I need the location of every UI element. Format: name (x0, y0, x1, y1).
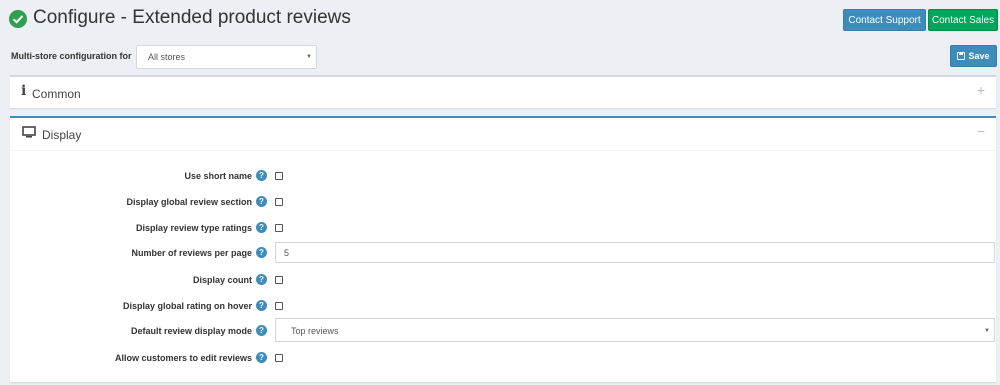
multistore-selected-value: All stores (148, 52, 186, 62)
display-review-type-ratings-label: Display review type ratings (135, 223, 252, 233)
display-review-type-ratings-checkbox[interactable] (275, 224, 283, 232)
chevron-down-icon: ▼ (306, 54, 312, 60)
help-icon[interactable]: ? (256, 170, 267, 181)
display-global-rating-on-hover-checkbox[interactable] (275, 302, 283, 310)
help-icon[interactable]: ? (256, 300, 267, 311)
save-button[interactable]: Save (950, 45, 997, 67)
help-icon[interactable]: ? (256, 222, 267, 233)
help-icon[interactable]: ? (256, 274, 267, 285)
display-global-review-section-label: Display global review section (126, 197, 252, 207)
number-of-reviews-per-page-label: Number of reviews per page (131, 248, 252, 258)
save-label: Save (968, 51, 990, 61)
plus-icon[interactable]: + (977, 82, 985, 98)
display-global-review-section-checkbox[interactable] (275, 198, 283, 206)
common-panel-title: Common (32, 87, 81, 101)
multistore-select[interactable]: All stores ▼ (136, 45, 317, 69)
display-global-rating-on-hover-label: Display global rating on hover (122, 301, 252, 311)
display-panel: Display − Use short name ? Display globa… (10, 116, 996, 382)
monitor-icon (22, 126, 36, 138)
default-review-display-mode-label: Default review display mode (130, 326, 252, 336)
chevron-down-icon: ▼ (984, 328, 990, 334)
contact-support-button[interactable]: Contact Support (843, 9, 926, 31)
info-icon: i (21, 83, 27, 99)
default-review-display-mode-value: Top reviews (291, 326, 339, 336)
common-panel: i Common + (10, 75, 996, 108)
contact-sales-button[interactable]: Contact Sales (928, 9, 998, 31)
number-of-reviews-per-page-value: 5 (284, 248, 290, 258)
display-panel-title: Display (42, 128, 82, 142)
number-of-reviews-per-page-input[interactable]: 5 (275, 242, 995, 263)
floppy-disk-icon (957, 52, 966, 60)
page-title: Configure - Extended product reviews (33, 7, 351, 28)
default-review-display-mode-select[interactable]: Top reviews ▼ (275, 318, 995, 342)
help-icon[interactable]: ? (256, 325, 267, 336)
display-count-checkbox[interactable] (275, 276, 283, 284)
display-count-label: Display count (192, 275, 252, 285)
common-panel-header[interactable]: i Common + (10, 77, 996, 110)
check-circle-icon (9, 10, 27, 28)
minus-icon[interactable]: − (977, 123, 985, 139)
help-icon[interactable]: ? (256, 196, 267, 207)
help-icon[interactable]: ? (256, 352, 267, 363)
page-header: Configure - Extended product reviews Con… (0, 0, 1000, 40)
help-icon[interactable]: ? (256, 247, 267, 258)
use-short-name-checkbox[interactable] (275, 172, 283, 180)
allow-customers-to-edit-reviews-label: Allow customers to edit reviews (114, 353, 252, 363)
display-panel-header[interactable]: Display − (10, 118, 996, 151)
use-short-name-label: Use short name (184, 171, 252, 181)
multistore-label: Multi-store configuration for (11, 51, 132, 61)
allow-customers-to-edit-reviews-checkbox[interactable] (275, 354, 283, 362)
